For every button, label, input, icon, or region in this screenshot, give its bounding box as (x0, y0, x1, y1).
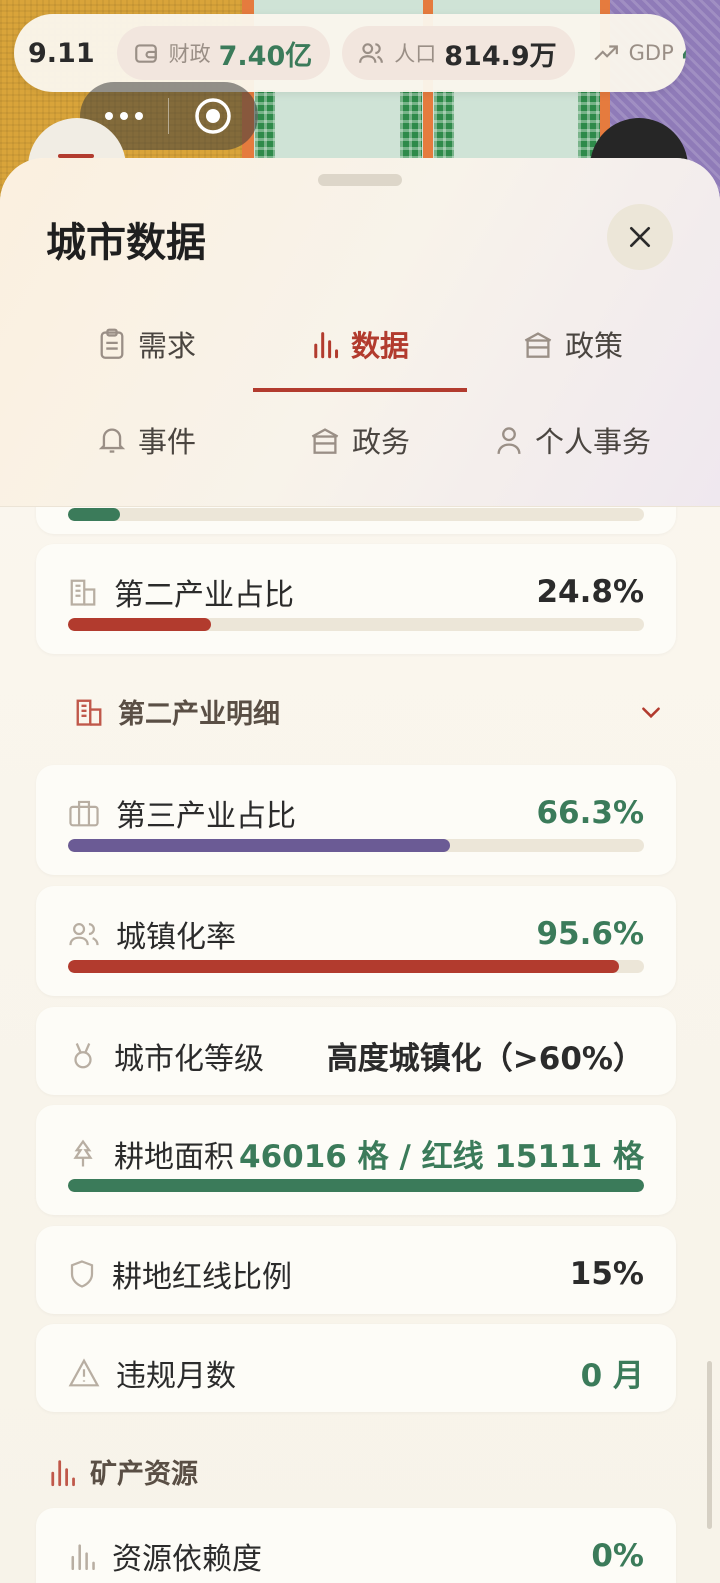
progress-bar (68, 960, 644, 973)
tab-label: 数据 (350, 329, 409, 363)
metric-card-urbanization-rate: 城镇化率 95.6% (36, 886, 676, 996)
drag-handle[interactable] (318, 174, 402, 186)
metric-value: 24.8% (536, 574, 644, 610)
gdp-chip[interactable]: GDP 4 (587, 26, 686, 80)
shield-icon (70, 1260, 94, 1288)
bar-chart-icon (71, 1544, 95, 1570)
tab-label: 个人事务 (534, 425, 651, 459)
medal-icon (74, 1042, 92, 1068)
active-tab-indicator (253, 388, 467, 392)
scrollbar[interactable] (707, 1361, 712, 1529)
target-icon (195, 98, 231, 134)
panel-header: 城市数据 需求 数据 政策 事件 政务 个人事务 (0, 158, 720, 507)
metric-label: 城市化等级 (114, 1041, 264, 1077)
date-display: 9.11 (28, 37, 95, 69)
metric-value: 0 月 (580, 1358, 644, 1394)
metric-value: 66.3% (536, 795, 644, 831)
metric-card-partial (36, 506, 676, 534)
metric-value: 高度城镇化（>60%） (326, 1041, 644, 1077)
metric-label: 耕地面积 (114, 1139, 234, 1175)
city-stats-bar: 9.11 财政 7.40亿 人口 814.9万 GDP 4 (14, 14, 686, 92)
metric-card-urbanization-level: 城市化等级 高度城镇化（>60%） (36, 1007, 676, 1095)
close-button[interactable] (607, 204, 673, 270)
factory-icon (70, 579, 96, 606)
progress-fill (68, 508, 120, 521)
trending-up-icon (594, 45, 618, 61)
tree-icon (73, 1139, 93, 1166)
metric-label: 城镇化率 (116, 920, 236, 955)
metric-card-tertiary-industry: 第三产业占比 66.3% (36, 765, 676, 875)
warning-icon (68, 1357, 100, 1386)
more-menu-button[interactable] (80, 112, 168, 120)
metric-label: 资源依赖度 (112, 1542, 262, 1577)
gdp-label: GDP (628, 41, 674, 65)
bell-icon (98, 428, 126, 453)
metric-card-resource-dependency: 资源依赖度 0% (36, 1508, 676, 1583)
bar-chart-icon (314, 332, 339, 359)
metric-value: 95.6% (536, 916, 644, 952)
progress-fill (68, 1179, 644, 1192)
secondary-industry-detail-toggle[interactable]: 第二产业明细 (74, 692, 664, 731)
briefcase-icon (69, 800, 99, 827)
metric-label: 第三产业占比 (116, 799, 296, 834)
population-value: 814.9万 (444, 40, 557, 72)
finance-value: 7.40亿 (218, 40, 313, 72)
tab-government-affairs[interactable]: 政务 (253, 410, 467, 470)
section-label: 矿产资源 (90, 1459, 198, 1490)
exit-button[interactable] (169, 96, 257, 136)
building-icon (311, 428, 339, 454)
more-dots-icon (105, 112, 113, 120)
tab-policy[interactable]: 政策 (466, 314, 680, 374)
tab-events[interactable]: 事件 (40, 410, 254, 470)
metric-label: 第二产业占比 (114, 578, 294, 613)
metric-card-violation-months: 违规月数 0 月 (36, 1324, 676, 1412)
finance-label: 财政 (168, 42, 211, 66)
clipboard-icon (100, 328, 124, 359)
progress-fill (68, 839, 450, 852)
city-data-panel: 城市数据 需求 数据 政策 事件 政务 个人事务 第二产业占比 24.8% 第二… (0, 158, 720, 1583)
tab-data[interactable]: 数据 (253, 314, 467, 374)
tab-label: 政策 (564, 329, 623, 363)
progress-bar (68, 1179, 644, 1192)
metric-value: 0% (591, 1538, 644, 1574)
progress-fill (68, 618, 211, 631)
metric-label: 耕地红线比例 (112, 1260, 292, 1295)
metric-card-farmland-redline-ratio: 耕地红线比例 15% (36, 1226, 676, 1314)
metrics-list[interactable]: 第二产业占比 24.8% 第二产业明细 第三产业占比 66.3% 城镇化率 95… (0, 506, 720, 1583)
minerals-section-header: 矿产资源 (48, 1452, 198, 1491)
population-chip[interactable]: 人口 814.9万 (342, 26, 575, 80)
bar-chart-icon (51, 1459, 75, 1486)
wallet-icon (134, 44, 157, 63)
tab-personal-affairs[interactable]: 个人事务 (466, 410, 680, 470)
users-icon (69, 923, 99, 946)
finance-chip[interactable]: 财政 7.40亿 (116, 26, 331, 80)
progress-bar (68, 508, 644, 521)
progress-fill (68, 960, 619, 973)
metric-card-farmland-area: 耕地面积 46016 格 / 红线 15111 格 (36, 1105, 676, 1215)
panel-title: 城市数据 (46, 219, 206, 266)
population-label: 人口 (394, 42, 437, 66)
tab-label: 需求 (137, 329, 196, 363)
tab-label: 事件 (137, 425, 196, 459)
close-icon (629, 226, 651, 248)
person-icon (497, 427, 521, 454)
factory-icon (76, 699, 102, 726)
tab-demand[interactable]: 需求 (40, 314, 254, 374)
metric-card-secondary-industry: 第二产业占比 24.8% (36, 544, 676, 654)
section-label: 第二产业明细 (118, 699, 280, 730)
building-icon (524, 332, 552, 358)
metric-value: 15% (569, 1256, 644, 1292)
progress-bar (68, 618, 644, 631)
tab-label: 政务 (351, 425, 410, 459)
progress-bar (68, 839, 644, 852)
chevron-down-icon (642, 706, 660, 718)
metric-value: 46016 格 / 红线 15111 格 (239, 1139, 644, 1175)
users-icon (359, 43, 384, 63)
metric-label: 违规月数 (116, 1358, 236, 1394)
